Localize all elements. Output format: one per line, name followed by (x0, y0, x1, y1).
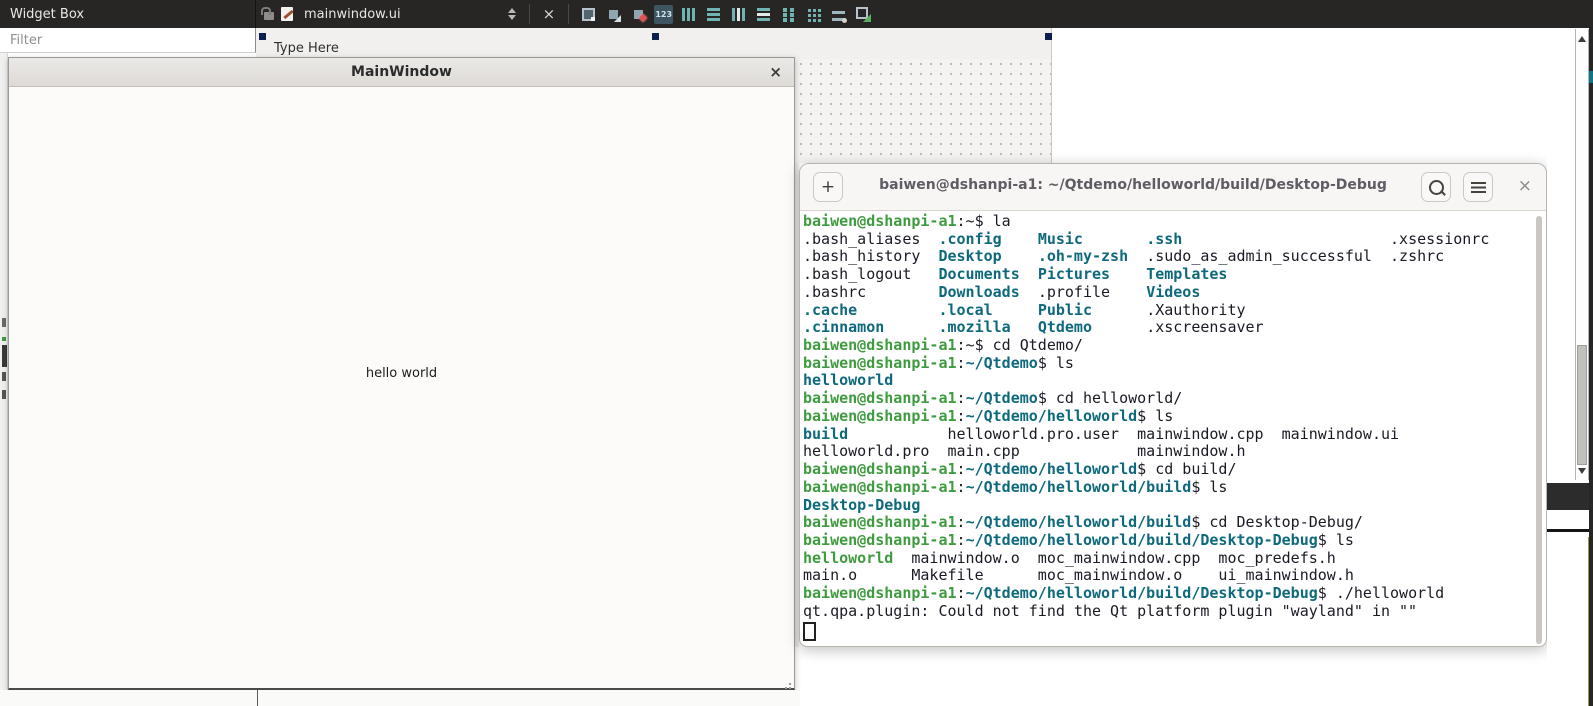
selection-handle[interactable] (652, 33, 659, 40)
terminal-line: main.o Makefile moc_mainwindow.o ui_main… (803, 567, 1546, 585)
widget-item-sliver (2, 345, 7, 367)
layout-grid-icon[interactable] (804, 5, 823, 24)
mainwindow-titlebar[interactable]: MainWindow × (9, 58, 794, 87)
terminal-line: baiwen@dshanpi-a1:~$ la (803, 213, 1546, 231)
terminal-line: helloworld.pro main.cpp mainwindow.h (803, 443, 1546, 461)
terminal-line: baiwen@dshanpi-a1:~/Qtdemo/helloworld/bu… (803, 532, 1546, 550)
terminal-line: baiwen@dshanpi-a1:~/Qtdemo$ cd helloworl… (803, 390, 1546, 408)
edit-signals-slots-icon[interactable] (604, 5, 623, 24)
terminal-line: Desktop-Debug (803, 497, 1546, 515)
mainwindow-title: MainWindow (351, 64, 452, 80)
selection-handle[interactable] (259, 33, 266, 40)
terminal-line: helloworld mainwindow.o moc_mainwindow.c… (803, 550, 1546, 568)
scroll-up-icon[interactable] (1578, 36, 1586, 42)
terminal-line: qt.qpa.plugin: Could not find the Qt pla… (803, 603, 1546, 621)
selection-handle[interactable] (1045, 33, 1052, 40)
edit-tab-order-icon[interactable]: 123 (654, 5, 673, 24)
terminal-title: baiwen@dshanpi-a1: ~/Qtdemo/helloworld/b… (860, 177, 1406, 193)
widget-item-sliver (2, 372, 6, 381)
document-icon (281, 7, 293, 21)
right-panel-divider (1547, 529, 1593, 532)
widget-box-filter (0, 28, 256, 53)
terminal-line: baiwen@dshanpi-a1:~/Qtdemo/helloworld$ c… (803, 461, 1546, 479)
designer-toolbar: Widget Box mainwindow.ui × 123 (0, 0, 1593, 28)
widget-box-header: Widget Box (0, 0, 256, 28)
widget-item-sliver (2, 318, 6, 327)
terminal-line: .bash_aliases .config Music .ssh .xsessi… (803, 231, 1546, 249)
terminal-line: helloworld (803, 372, 1546, 390)
search-button[interactable] (1421, 172, 1451, 202)
terminal-lines: baiwen@dshanpi-a1:~$ la.bash_aliases .co… (803, 213, 1546, 621)
layout-horizontally-icon[interactable] (679, 5, 698, 24)
spinner-up-icon[interactable] (508, 8, 516, 13)
terminal-cursor (803, 622, 816, 641)
terminal-line: .cinnamon .mozilla Qtdemo .xscreensaver (803, 319, 1546, 337)
terminal-line: baiwen@dshanpi-a1:~/Qtdemo/helloworld/bu… (803, 585, 1546, 603)
layout-splitter-vertical-icon[interactable] (754, 5, 773, 24)
edit-widgets-icon[interactable] (579, 5, 598, 24)
layout-form-icon[interactable] (779, 5, 798, 24)
screen-edge-accent (1589, 71, 1593, 83)
search-icon (1429, 180, 1444, 195)
desktop-bottom-strip (0, 690, 800, 706)
new-tab-button[interactable]: + (813, 172, 843, 202)
edit-buddies-icon[interactable] (629, 5, 648, 24)
toolbar-separator (529, 4, 530, 24)
widget-item-sliver (2, 390, 6, 399)
tab-spinner[interactable] (508, 8, 516, 20)
terminal-line: .bashrc Downloads .profile Videos (803, 284, 1546, 302)
form-layout-icon[interactable] (829, 5, 848, 24)
document-tab[interactable]: mainwindow.ui × (256, 0, 575, 28)
terminal-scrollbar[interactable] (1536, 216, 1542, 644)
widget-box-sliver (0, 53, 8, 690)
filter-input[interactable] (0, 28, 255, 52)
right-panel-dark-band (1547, 483, 1593, 510)
terminal-line: baiwen@dshanpi-a1:~/Qtdemo/helloworld/bu… (803, 514, 1546, 532)
hamburger-icon (1471, 182, 1486, 193)
mainwindow-window: MainWindow × hello world (8, 57, 795, 690)
mainwindow-body: hello world (9, 86, 794, 688)
adjust-size-icon[interactable] (854, 5, 873, 24)
mainwindow-close-button[interactable]: × (769, 63, 782, 81)
terminal-line: baiwen@dshanpi-a1:~$ cd Qtdemo/ (803, 337, 1546, 355)
terminal-line: baiwen@dshanpi-a1:~/Qtdemo/helloworld$ l… (803, 408, 1546, 426)
layout-splitter-horizontal-icon[interactable] (729, 5, 748, 24)
widget-box-title: Widget Box (10, 7, 84, 22)
tab-close-button[interactable]: × (543, 7, 556, 22)
hello-world-label: hello world (9, 366, 794, 381)
terminal-headerbar[interactable]: + baiwen@dshanpi-a1: ~/Qtdemo/helloworld… (800, 164, 1546, 211)
desktop: Widget Box mainwindow.ui × 123 Type Here (0, 0, 1593, 706)
terminal-line: .bash_logout Documents Pictures Template… (803, 266, 1546, 284)
right-panel-scroll-thumb[interactable] (1577, 345, 1587, 465)
widget-item-sliver (2, 337, 6, 341)
plus-icon: + (821, 177, 835, 197)
screen-edge-line (1588, 537, 1589, 706)
scroll-down-icon[interactable] (1578, 468, 1586, 474)
tab-label[interactable]: mainwindow.ui (300, 7, 405, 22)
layout-vertically-icon[interactable] (704, 5, 723, 24)
terminal-line: build helloworld.pro.user mainwindow.cpp… (803, 426, 1546, 444)
menu-button[interactable] (1463, 172, 1493, 202)
terminal-line: .cache .local Public .Xauthority (803, 302, 1546, 320)
widget-box-border (257, 690, 258, 706)
screen-edge-strip (1589, 28, 1593, 706)
lock-icon (264, 12, 274, 20)
spinner-down-icon[interactable] (508, 15, 516, 20)
terminal-body[interactable]: baiwen@dshanpi-a1:~$ la.bash_aliases .co… (800, 210, 1546, 646)
terminal-line: baiwen@dshanpi-a1:~/Qtdemo/helloworld/bu… (803, 479, 1546, 497)
terminal-window: + baiwen@dshanpi-a1: ~/Qtdemo/helloworld… (799, 163, 1547, 647)
terminal-line: baiwen@dshanpi-a1:~/Qtdemo$ ls (803, 355, 1546, 373)
resize-grip-icon[interactable] (789, 683, 791, 685)
terminal-close-button[interactable]: × (1518, 176, 1532, 196)
toolbar-separator (568, 4, 569, 24)
terminal-line: .bash_history Desktop .oh-my-zsh .sudo_a… (803, 248, 1546, 266)
designer-toolbar-icons: 123 (579, 5, 873, 24)
